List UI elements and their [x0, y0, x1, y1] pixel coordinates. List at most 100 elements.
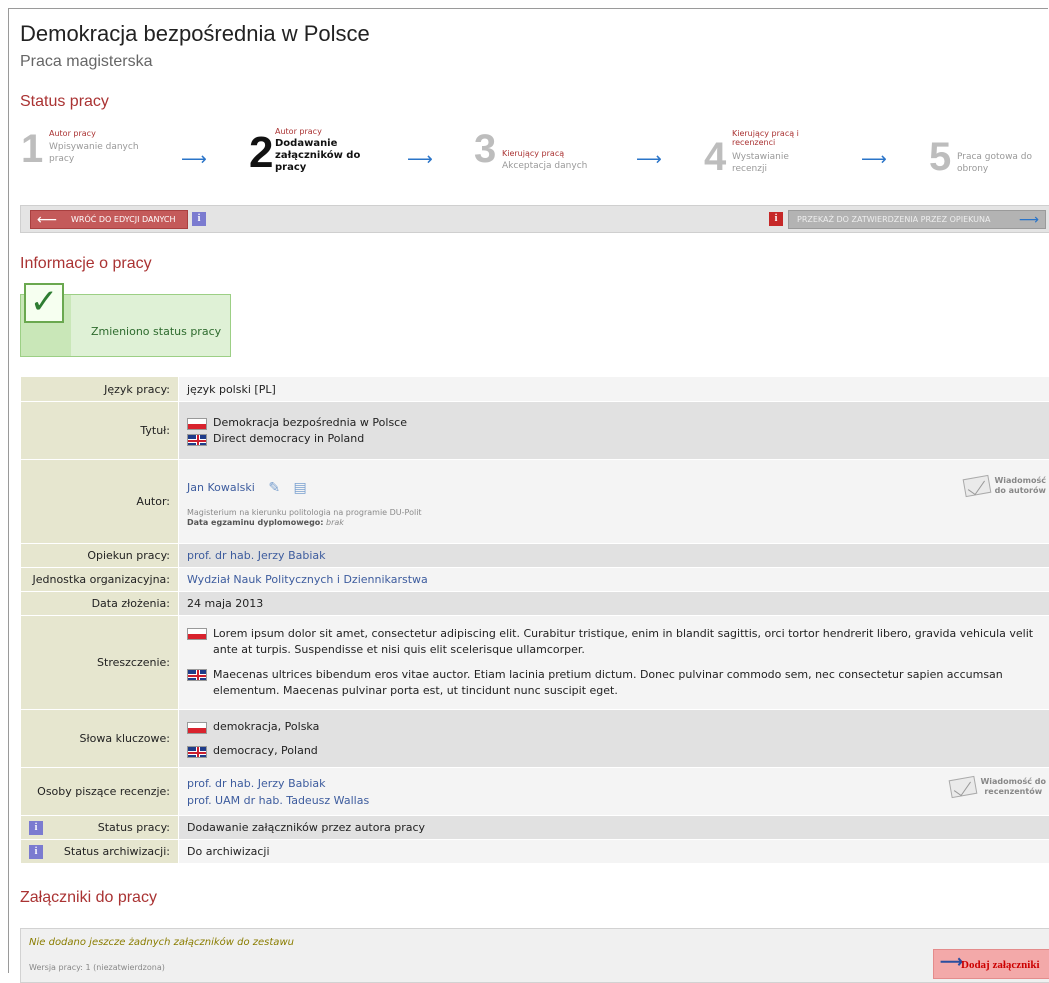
abstract-label: Streszczenie: [21, 616, 179, 710]
status-changed-text: Zmieniono status pracy [91, 325, 221, 338]
step-4-desc: Wystawianie recenzji [732, 151, 802, 175]
table-row: Streszczenie: Lorem ipsum dolor sit amet… [21, 616, 1049, 710]
submitted-label: Data złożenia: [21, 592, 179, 616]
arrow-right-icon: ⟶ [1019, 212, 1039, 228]
supervisor-link[interactable]: prof. dr hab. Jerzy Babiak [187, 549, 326, 562]
status-changed-message: ✓ Zmieniono status pracy [20, 294, 231, 357]
step-1-actor: Autor pracy [49, 129, 96, 138]
step-2-number: 2 [249, 133, 273, 173]
table-row: i Status pracy: Dodawanie załączników pr… [21, 816, 1049, 840]
exam-date-label: Data egzaminu dyplomowego: [187, 518, 323, 527]
page-frame: Demokracja bezpośrednia w Polsce Praca m… [8, 8, 1048, 973]
abstract-pl: Lorem ipsum dolor sit amet, consectetur … [213, 626, 1046, 658]
status-heading: Status pracy [20, 93, 109, 111]
author-label: Autor: [21, 460, 179, 544]
polish-flag-icon [187, 722, 207, 734]
uk-flag-icon [187, 669, 207, 681]
arrow-left-icon: ⟵ [37, 212, 57, 228]
status-label: Status pracy: [98, 821, 170, 834]
back-to-edit-button[interactable]: ⟵ WRÓĆ DO EDYCJI DANYCH [30, 210, 188, 229]
table-row: Autor: Wiadomośćdo autorów Jan Kowalski … [21, 460, 1049, 544]
step-5-number: 5 [929, 137, 951, 177]
step-1-desc: Wpisywanie danych pracy [49, 141, 149, 165]
unit-label: Jednostka organizacyjna: [21, 568, 179, 592]
info-icon[interactable]: i [29, 845, 43, 859]
page-subtitle: Praca magisterska [20, 53, 153, 71]
language-label: Język pracy: [21, 377, 179, 402]
supervisor-label: Opiekun pracy: [21, 544, 179, 568]
abstract-en: Maecenas ultrices bibendum eros vitae au… [213, 667, 1046, 699]
title-en: Direct democracy in Poland [213, 432, 364, 445]
info-icon[interactable]: i [192, 212, 206, 226]
submit-to-supervisor-button[interactable]: PRZEKAŻ DO ZATWIERDZENIA PRZEZ OPIEKUNA … [788, 210, 1046, 229]
table-row: Opiekun pracy: prof. dr hab. Jerzy Babia… [21, 544, 1049, 568]
version-text: Wersja pracy: 1 (niezatwierdzona) [29, 963, 165, 972]
table-row: Osoby piszące recenzje: Wiadomość dorece… [21, 768, 1049, 816]
warning-info-icon[interactable]: i [769, 212, 783, 226]
attachments-panel: Nie dodano jeszcze żadnych załączników d… [20, 928, 1049, 983]
polish-flag-icon [187, 628, 207, 640]
step-1: 1 Autor pracy Wpisywanie danych pracy [21, 127, 161, 187]
uk-flag-icon [187, 434, 207, 446]
step-arrow-icon: ⟶ [636, 155, 662, 165]
info-icon[interactable]: i [29, 821, 43, 835]
status-value: Dodawanie załączników przez autora pracy [179, 816, 1049, 840]
author-program: Magisterium na kierunku politologia na p… [187, 508, 1046, 518]
exam-date-value: brak [326, 518, 344, 527]
submitted-value: 24 maja 2013 [179, 592, 1049, 616]
title-pl: Demokracja bezpośrednia w Polsce [213, 416, 407, 429]
keywords-label: Słowa kluczowe: [21, 710, 179, 768]
envelope-icon [963, 474, 992, 496]
back-to-edit-label: WRÓĆ DO EDYCJI DANYCH [71, 215, 176, 224]
step-arrow-icon: ⟶ [861, 155, 887, 165]
status-action-bar: ⟵ WRÓĆ DO EDYCJI DANYCH i i PRZEKAŻ DO Z… [20, 205, 1049, 233]
keywords-pl: demokracja, Polska [213, 720, 319, 733]
step-5: 5 Praca gotowa do obrony [929, 127, 1044, 187]
table-row: Tytuł: Demokracja bezpośrednia w Polsce … [21, 402, 1049, 460]
step-2-actor: Autor pracy [275, 127, 322, 136]
language-value: język polski [PL] [179, 377, 1049, 402]
message-authors-button[interactable]: Wiadomośćdo autorów [964, 476, 1046, 496]
step-4-number: 4 [704, 137, 726, 177]
author-link[interactable]: Jan Kowalski [187, 481, 255, 494]
uk-flag-icon [187, 746, 207, 758]
submit-to-supervisor-label: PRZEKAŻ DO ZATWIERDZENIA PRZEZ OPIEKUNA [797, 215, 991, 224]
info-heading: Informacje o pracy [20, 255, 152, 273]
add-attachments-label: Dodaj załączniki [961, 959, 1040, 971]
table-row: Język pracy: język polski [PL] [21, 377, 1049, 402]
thesis-info-table: Język pracy: język polski [PL] Tytuł: De… [20, 376, 1049, 864]
step-4-actor: Kierujący pracą i recenzenci [732, 129, 822, 147]
checkmark-icon: ✓ [24, 283, 64, 323]
page-title: Demokracja bezpośrednia w Polsce [20, 21, 370, 47]
table-row: i Status archiwizacji: Do archiwizacji [21, 840, 1049, 864]
step-3-desc: Akceptacja danych [502, 160, 602, 172]
reviewer-2-link[interactable]: prof. UAM dr hab. Tadeusz Wallas [187, 794, 369, 807]
polish-flag-icon [187, 418, 207, 430]
table-row: Jednostka organizacyjna: Wydział Nauk Po… [21, 568, 1049, 592]
message-reviewers-button[interactable]: Wiadomość dorecenzentów [950, 777, 1046, 797]
step-2: 2 Autor pracy Dodawanie załączników do p… [249, 127, 379, 187]
edit-icon[interactable]: ✎ [268, 480, 280, 496]
arrow-right-icon: ⟶ [940, 955, 963, 971]
step-1-number: 1 [21, 129, 43, 169]
reviewer-1-link[interactable]: prof. dr hab. Jerzy Babiak [187, 777, 326, 790]
keywords-en: democracy, Poland [213, 744, 318, 757]
unit-link[interactable]: Wydział Nauk Politycznych i Dziennikarst… [187, 573, 428, 586]
reviewers-label: Osoby piszące recenzje: [21, 768, 179, 816]
table-row: Data złożenia: 24 maja 2013 [21, 592, 1049, 616]
step-arrow-icon: ⟶ [407, 155, 433, 165]
step-arrow-icon: ⟶ [181, 155, 207, 165]
title-label: Tytuł: [21, 402, 179, 460]
document-icon[interactable]: ▤ [294, 480, 307, 496]
step-3-number: 3 [474, 129, 496, 169]
step-4: 4 Kierujący pracą i recenzenci Wystawian… [704, 127, 834, 187]
attachments-heading: Załączniki do pracy [20, 889, 157, 907]
step-2-desc: Dodawanie załączników do pracy [275, 138, 370, 174]
table-row: Słowa kluczowe: demokracja, Polska democ… [21, 710, 1049, 768]
step-5-desc: Praca gotowa do obrony [957, 151, 1037, 175]
archive-value: Do archiwizacji [179, 840, 1049, 864]
add-attachments-button[interactable]: ⟶ Dodaj załączniki [933, 949, 1049, 979]
no-attachments-text: Nie dodano jeszcze żadnych załączników d… [29, 937, 294, 948]
step-3-actor: Kierujący pracą [502, 149, 564, 158]
archive-label: Status archiwizacji: [64, 845, 170, 858]
